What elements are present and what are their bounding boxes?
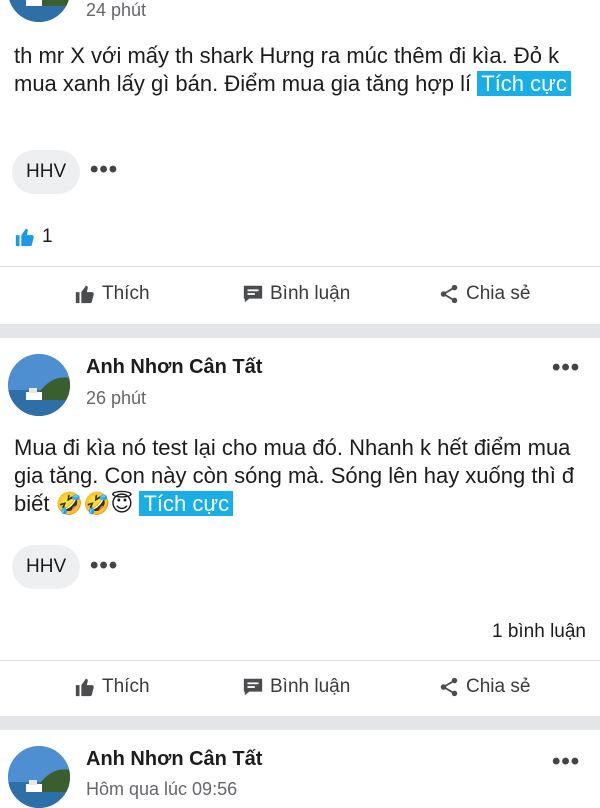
- sentiment-tag[interactable]: Tích cực: [477, 71, 571, 96]
- post-time: 26 phút: [86, 388, 147, 408]
- post-separator: [0, 324, 600, 338]
- post-time: 24 phút: [86, 0, 147, 20]
- stock-chip[interactable]: HHV: [12, 150, 81, 194]
- sentiment-tag[interactable]: Tích cực: [139, 491, 234, 516]
- post-body: th mr X với mấy th shark Hưng ra múc thê…: [14, 42, 586, 98]
- avatar[interactable]: [8, 354, 70, 416]
- author-name[interactable]: Anh Nhơn Cân Tất: [86, 748, 262, 771]
- thumbs-up-icon: [15, 228, 34, 247]
- author-name[interactable]: Anh Nhơn Cân Tất: [86, 356, 262, 379]
- share-label: Chia sẻ: [466, 283, 531, 304]
- more-dots-icon[interactable]: •••: [552, 750, 580, 774]
- emoji-reactions: 🤣🤣😇: [55, 491, 134, 516]
- post-time: Hôm qua lúc 09:56: [86, 779, 238, 799]
- share-icon: [440, 677, 458, 697]
- comment-count[interactable]: 1 bình luận: [492, 621, 586, 643]
- post-separator: [0, 716, 600, 730]
- avatar[interactable]: [8, 746, 70, 808]
- like-label: Thích: [102, 283, 150, 304]
- more-dots-icon[interactable]: •••: [90, 554, 118, 578]
- reaction-summary[interactable]: 1: [14, 226, 53, 248]
- divider: [0, 266, 600, 267]
- thumbs-up-icon: [75, 285, 94, 304]
- more-dots-icon[interactable]: •••: [90, 158, 118, 182]
- avatar[interactable]: [8, 0, 70, 22]
- divider: [0, 660, 600, 661]
- comment-button[interactable]: Bình luận: [242, 676, 350, 698]
- like-label: Thích: [102, 676, 150, 697]
- comment-label: Bình luận: [270, 283, 351, 304]
- more-dots-icon[interactable]: •••: [552, 356, 580, 380]
- share-button[interactable]: Chia sẻ: [438, 676, 530, 698]
- comment-button[interactable]: Bình luận: [242, 283, 350, 305]
- share-label: Chia sẻ: [466, 676, 531, 697]
- thumbs-up-icon: [75, 678, 94, 697]
- share-button[interactable]: Chia sẻ: [438, 283, 530, 305]
- stock-chip-label: HHV: [26, 161, 67, 182]
- comment-label: Bình luận: [270, 676, 351, 697]
- stock-chip-label: HHV: [26, 556, 67, 577]
- like-button[interactable]: Thích: [74, 676, 150, 698]
- like-button[interactable]: Thích: [74, 283, 150, 305]
- comment-icon: [243, 285, 263, 303]
- reaction-count: 1: [42, 226, 53, 247]
- comment-icon: [243, 678, 263, 696]
- share-icon: [440, 284, 458, 304]
- stock-chip[interactable]: HHV: [12, 545, 81, 589]
- post-body: Mua đi kìa nó test lại cho mua đó. Nhanh…: [14, 434, 586, 518]
